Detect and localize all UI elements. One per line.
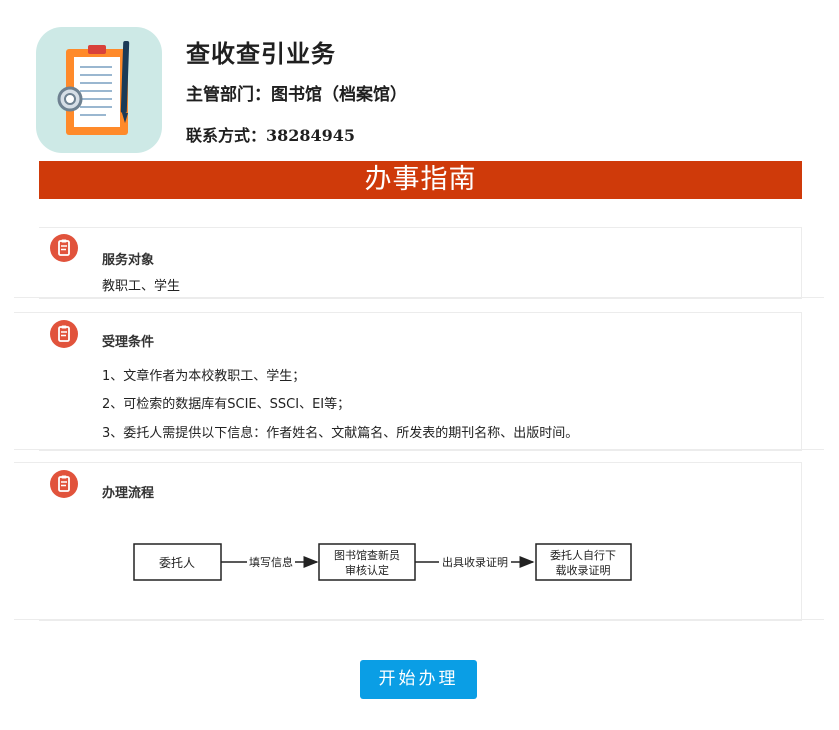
app-icon	[36, 27, 162, 153]
document-list-icon	[50, 470, 78, 498]
flow-arrow-label: 填写信息	[249, 555, 293, 569]
department-text: 主管部门：图书馆（档案馆）	[186, 85, 407, 105]
clipboard-document-icon	[57, 40, 130, 135]
start-button[interactable]: 开始办理	[360, 660, 477, 699]
section-divider	[14, 312, 39, 313]
guide-banner: 办事指南	[39, 161, 802, 199]
flow-step-label: 委托人自行下	[550, 548, 616, 562]
page-title: 查收查引业务	[186, 40, 336, 68]
service-target-text: 教职工、学生	[102, 279, 181, 294]
section-divider	[14, 619, 824, 620]
contact-text: 联系方式：38284945	[186, 126, 356, 145]
section-divider	[14, 297, 824, 298]
process-flow-diagram: 委托人 填写信息 图书馆查新员 审核认定 出具收录证明 委托人自行下 载收录证明	[133, 543, 632, 581]
section-title: 办理流程	[102, 486, 155, 501]
flow-step-label: 图书馆查新员	[334, 548, 400, 562]
section-title: 受理条件	[102, 335, 155, 350]
flow-arrow-label: 出具收录证明	[442, 555, 508, 569]
condition-line: 1、文章作者为本校教职工、学生；	[102, 369, 306, 384]
section-title: 服务对象	[102, 253, 155, 268]
document-list-icon	[50, 320, 78, 348]
section-divider	[14, 462, 39, 463]
condition-line: 2、可检索的数据库有SCIE、SSCI、EI等；	[102, 397, 351, 412]
section-divider	[14, 449, 824, 450]
flow-step-label: 委托人	[159, 556, 195, 570]
document-list-icon	[50, 234, 78, 262]
condition-line: 3、委托人需提供以下信息：作者姓名、文献篇名、所发表的期刊名称、出版时间。	[102, 426, 579, 441]
flow-step-label: 审核认定	[345, 563, 389, 577]
flow-step-label: 载收录证明	[556, 563, 611, 577]
